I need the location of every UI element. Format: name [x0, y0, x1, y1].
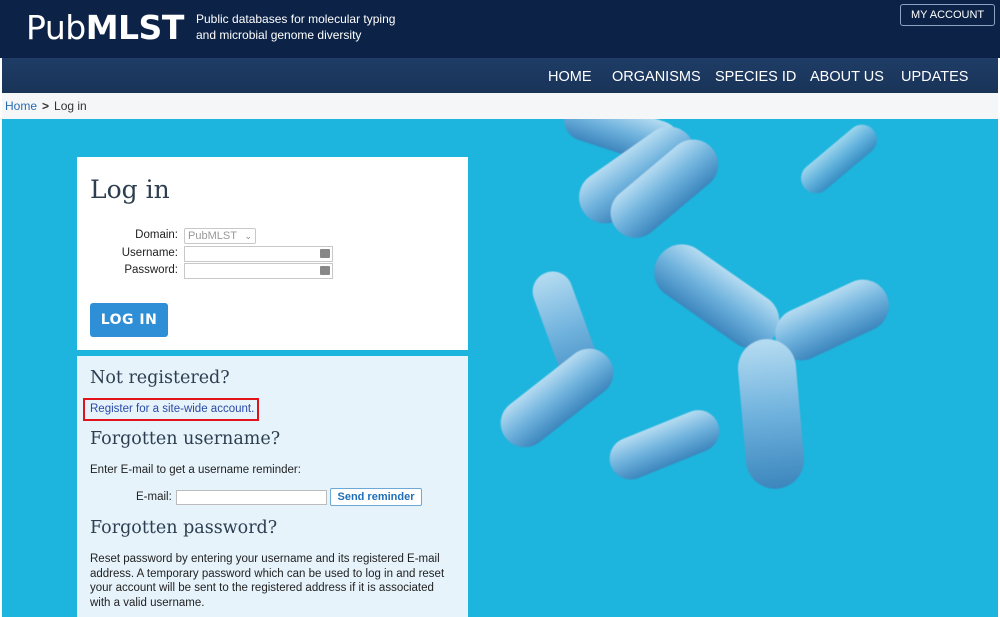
logo-mlst: MLST: [85, 8, 185, 47]
nav-organisms[interactable]: ORGANISMS: [612, 58, 701, 93]
login-title: Log in: [90, 175, 170, 204]
site-tagline: Public databases for molecular typing an…: [196, 12, 396, 42]
my-account-button[interactable]: MY ACCOUNT: [900, 4, 996, 26]
site-header: PubMLST Public databases for molecular t…: [0, 0, 1000, 58]
key-icon[interactable]: [320, 249, 330, 258]
pubmlst-logo[interactable]: PubMLST: [26, 8, 184, 47]
login-button[interactable]: LOG IN: [90, 303, 168, 337]
key-icon[interactable]: [320, 266, 330, 275]
nav-species-id[interactable]: SPECIES ID: [715, 58, 796, 93]
breadcrumb-home[interactable]: Home: [5, 99, 37, 113]
username-input[interactable]: [184, 246, 333, 262]
login-panel: Log in Domain: PubMLST ⌄ Username: Passw…: [77, 157, 468, 350]
nav-home[interactable]: HOME: [548, 58, 592, 93]
forgot-username-text: Enter E-mail to get a username reminder:: [90, 464, 301, 476]
nav-updates[interactable]: UPDATES: [901, 58, 968, 93]
domain-label: Domain:: [135, 229, 178, 241]
forgot-username-heading: Forgotten username?: [90, 429, 281, 449]
breadcrumb-separator: >: [42, 99, 50, 113]
forgot-password-heading: Forgotten password?: [90, 518, 278, 538]
domain-select-value: PubMLST: [188, 230, 237, 242]
breadcrumb: Home > Log in: [2, 93, 998, 119]
forgot-password-text: Reset password by entering your username…: [90, 553, 445, 609]
password-label: Password:: [124, 264, 178, 276]
send-reminder-button[interactable]: Send reminder: [330, 488, 422, 506]
nav-about-us[interactable]: ABOUT US: [810, 58, 884, 93]
logo-pub: Pub: [26, 8, 86, 47]
main-nav: HOME ORGANISMS SPECIES ID ABOUT US UPDAT…: [2, 58, 998, 93]
email-label: E-mail:: [136, 491, 172, 503]
breadcrumb-current: Log in: [54, 99, 87, 113]
register-link[interactable]: Register for a site-wide account.: [90, 403, 254, 415]
account-help-panel: Not registered? Register for a site-wide…: [77, 356, 468, 617]
password-input[interactable]: [184, 263, 333, 279]
username-label: Username:: [121, 247, 178, 259]
chevron-down-icon: ⌄: [244, 231, 252, 241]
not-registered-heading: Not registered?: [90, 368, 230, 388]
email-input[interactable]: [176, 490, 327, 505]
domain-select[interactable]: PubMLST ⌄: [184, 228, 256, 244]
